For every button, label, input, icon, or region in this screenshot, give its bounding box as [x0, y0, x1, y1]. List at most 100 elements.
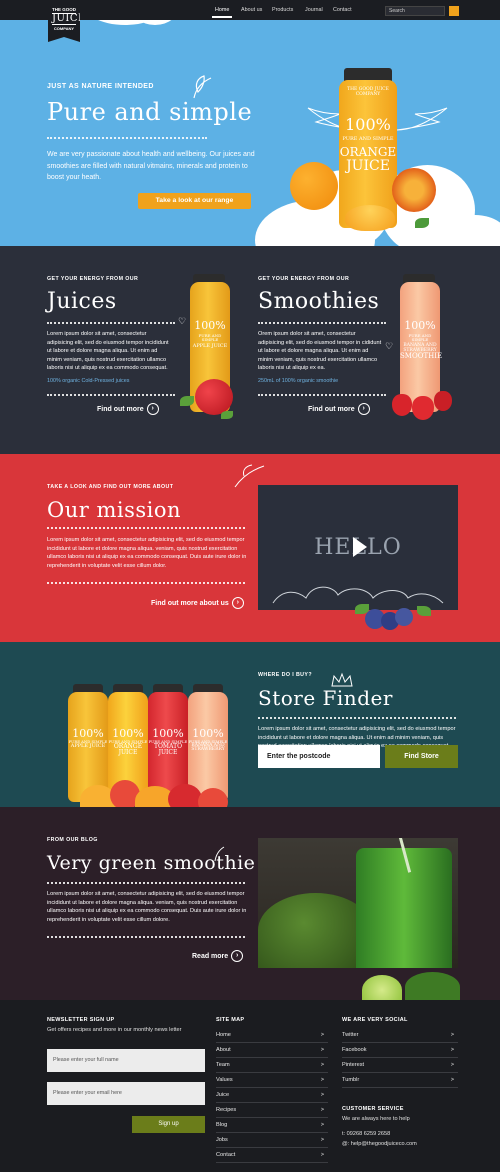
mission-divider — [47, 582, 245, 584]
juices-title: Juices — [47, 289, 117, 314]
sitemap-label: Juice — [216, 1092, 230, 1098]
social-title: WE ARE VERY SOCIAL — [342, 1017, 408, 1023]
service-email[interactable]: @: help@thegoodjuiceco.com — [342, 1141, 417, 1147]
chevron-right-icon: > — [320, 1032, 324, 1038]
smoothies-title: Smoothies — [258, 289, 380, 314]
newsletter-signup-button[interactable]: Sign up — [132, 1116, 205, 1133]
lime-slice — [362, 975, 402, 1000]
blog-read-more-link[interactable]: Read more › — [192, 950, 244, 962]
bottle-percent: 100% — [112, 727, 144, 740]
mission-find-out-more-link[interactable]: Find out more about us › — [151, 597, 244, 609]
sitemap-link-team[interactable]: Team > — [216, 1058, 328, 1073]
newsletter-email-input[interactable]: Please enter your email here — [47, 1082, 205, 1105]
mission-divider — [47, 527, 245, 529]
search-button[interactable] — [449, 6, 459, 16]
bottle-flavor: BANANA AND STRAWBERRY — [191, 742, 225, 753]
sitemap-label: Contact — [216, 1152, 236, 1158]
sitemap-link-blog[interactable]: Blog > — [216, 1118, 328, 1133]
cloud-doodle-icon — [272, 586, 444, 604]
orange-fruit — [290, 162, 338, 210]
blog-image[interactable] — [258, 838, 458, 968]
sitemap-label: Team — [216, 1062, 230, 1068]
sitemap-label: About — [216, 1047, 231, 1053]
chevron-right-icon: > — [450, 1047, 454, 1053]
hero-title: Pure and simple — [47, 98, 253, 126]
blueberries-decoration — [355, 604, 435, 634]
social-link-pinterest[interactable]: Pinterest > — [342, 1058, 458, 1073]
sitemap-label: Values — [216, 1077, 233, 1083]
leaf-doodle-icon — [193, 75, 212, 99]
social-link-tumblr[interactable]: Tumblr > — [342, 1073, 458, 1088]
nav-about[interactable]: About us — [241, 7, 262, 13]
bottle-sub: PURE AND SIMPLE — [342, 136, 394, 143]
blog-divider — [47, 882, 245, 884]
smoothies-find-out-more-link[interactable]: Find out more › — [308, 403, 370, 415]
heart-doodle-icon: ♡ — [178, 316, 187, 326]
bottle-percent: 100% — [152, 727, 184, 740]
sitemap-link-jobs[interactable]: Jobs > — [216, 1133, 328, 1148]
sitemap-title: SITE MAP — [216, 1017, 245, 1023]
search-input[interactable]: Search — [385, 6, 445, 16]
strawberry-fruit — [412, 396, 434, 420]
nav-home[interactable]: Home — [211, 7, 233, 18]
strawberry-fruit — [434, 391, 452, 411]
sitemap-link-home[interactable]: Home > — [216, 1028, 328, 1043]
service-phone[interactable]: t: 09268 6259 2658 — [342, 1131, 390, 1137]
wings-doodle-icon — [396, 107, 448, 131]
sitemap-link-about[interactable]: About > — [216, 1043, 328, 1058]
sitemap-link-values[interactable]: Values > — [216, 1073, 328, 1088]
brand-logo[interactable]: THE GOOD JUICE COMPANY — [48, 0, 80, 42]
mission-kicker: TAKE A LOOK AND FIND OUT MORE ABOUT — [47, 484, 174, 490]
bottle-flavor: ORANGE JUICE — [113, 742, 143, 756]
chevron-right-icon: > — [320, 1062, 324, 1068]
find-store-button[interactable]: Find Store — [385, 745, 458, 768]
blog-section: FROM OUR BLOG Very green smoothie recipe… — [0, 807, 500, 1000]
mission-video-player[interactable]: HELLO — [258, 485, 458, 610]
chevron-right-icon: > — [450, 1077, 454, 1083]
postcode-input[interactable]: Enter the postcode — [258, 745, 380, 768]
arrow-right-icon: › — [357, 403, 370, 415]
juices-divider — [47, 394, 175, 396]
smoothie-bottle: 100% PURE AND SIMPLE BANANA AND STRAWBER… — [400, 282, 442, 412]
mission-body: Lorem ipsum dolor sit amet, consectetur … — [47, 537, 247, 569]
nav-journal[interactable]: Journal — [305, 7, 323, 13]
newsletter-name-input[interactable]: Please enter your full name — [47, 1049, 205, 1072]
juices-divider — [47, 322, 175, 324]
strawberry-fruit — [392, 394, 412, 416]
chevron-right-icon: > — [320, 1122, 324, 1128]
chevron-right-icon: > — [320, 1047, 324, 1053]
spinach-leaf — [405, 972, 460, 1000]
play-icon[interactable] — [351, 535, 369, 559]
hero-cta-button[interactable]: Take a look at our range — [138, 193, 251, 209]
chevron-right-icon: > — [320, 1107, 324, 1113]
products-section: GET YOUR ENERGY FROM OUR Juices Lorem ip… — [0, 246, 500, 454]
fruits-decoration — [60, 780, 240, 807]
chevron-right-icon: > — [320, 1152, 324, 1158]
juices-note: 100% organic Cold-Pressed juices — [47, 378, 130, 384]
logo-top: THE GOOD — [51, 7, 76, 12]
social-link-twitter[interactable]: Twitter > — [342, 1028, 458, 1043]
bottle-sub: PURE AND SIMPLE — [408, 332, 432, 342]
logo-bottom: COMPANY — [53, 26, 75, 31]
sitemap-link-recipes[interactable]: Recipes > — [216, 1103, 328, 1118]
logo-main: JUICE — [52, 13, 86, 25]
heart-doodle-icon: ♡ — [385, 341, 394, 351]
newsletter-text: Get offers recipes and more in our month… — [47, 1027, 182, 1033]
nav-contact[interactable]: Contact — [333, 7, 352, 13]
blog-kicker: FROM OUR BLOG — [47, 837, 98, 843]
bottle-flavor: JUICE — [346, 158, 390, 175]
store-finder-section: 100% PURE AND SIMPLE APPLE JUICE 100% PU… — [0, 642, 500, 807]
nav-products[interactable]: Products — [272, 7, 293, 13]
bottle-percent: 100% — [192, 727, 224, 740]
blog-body: Lorem ipsum dolor sit amet, consectetur … — [47, 891, 247, 923]
newsletter-title: NEWSLETTER SIGN UP — [47, 1017, 115, 1023]
social-link-facebook[interactable]: Facebook > — [342, 1043, 458, 1058]
crown-doodle-icon — [331, 672, 353, 687]
smoothies-note: 250mL of 100% organic smoothie — [258, 378, 339, 384]
bottle-brand: THE GOOD JUICE COMPANY — [347, 87, 389, 97]
juices-find-out-more-link[interactable]: Find out more › — [97, 403, 159, 415]
sitemap-link-contact[interactable]: Contact > — [216, 1148, 328, 1163]
apple-fruit — [195, 379, 233, 415]
sitemap-link-juice[interactable]: Juice > — [216, 1088, 328, 1103]
leaf-decoration — [415, 218, 429, 228]
